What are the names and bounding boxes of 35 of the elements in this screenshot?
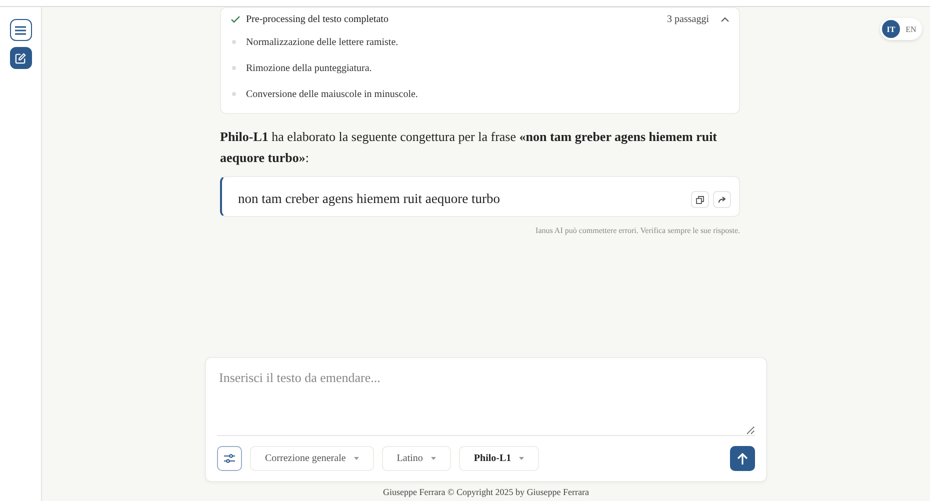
chevron-icon[interactable] bbox=[721, 17, 729, 22]
text-input-field[interactable]: Inserisci il testo da emendare... Correzione generale Latino Philo-L1 bbox=[205, 357, 767, 482]
sliders-icon bbox=[224, 454, 235, 463]
step-dot bbox=[232, 40, 236, 44]
response-message: Philo-L1 ha elaborato la seguente congettura per la frase «non tam greber agens hiemem ruit aequore turbo»: bbox=[220, 128, 718, 167]
dropdown[interactable]: Correzione generale bbox=[250, 446, 374, 471]
step-text: Rimozione della punteggiatura. bbox=[246, 62, 372, 74]
step-dot bbox=[232, 92, 236, 96]
step-text: Conversione delle maiuscole in minuscole. bbox=[246, 88, 418, 100]
language-option[interactable]: EN bbox=[902, 20, 920, 38]
share-arrow-icon bbox=[718, 196, 726, 203]
dropdown[interactable]: Philo-L1 bbox=[458, 446, 540, 471]
share-button[interactable] bbox=[713, 191, 731, 208]
caret-icon bbox=[430, 457, 436, 460]
step-dot bbox=[232, 66, 236, 70]
menu-icon bbox=[15, 26, 26, 34]
arrow-up-icon bbox=[737, 452, 748, 464]
check-icon bbox=[231, 16, 240, 23]
pencil-square-icon bbox=[15, 52, 26, 64]
disclaimer-text: Ianus AI può commettere errori. Verifica sempre le sue risposte. bbox=[534, 226, 740, 235]
footer-text: Giuseppe Ferrara © Copyright 2025 by Giuseppe Ferrara bbox=[382, 486, 590, 499]
caret-icon bbox=[519, 457, 524, 460]
caret-icon bbox=[354, 457, 359, 460]
step-count: 3 passaggi bbox=[667, 14, 709, 25]
dropdown[interactable]: Latino bbox=[382, 446, 451, 471]
preprocessing-title: Pre-processing del testo completato bbox=[246, 14, 390, 25]
copy-icon bbox=[696, 196, 704, 204]
answer-text: non tam creber agens hiemem ruit aequore turbo bbox=[238, 191, 500, 207]
language-option[interactable]: IT bbox=[882, 20, 900, 38]
settings-button[interactable] bbox=[217, 446, 242, 471]
send-button[interactable] bbox=[730, 446, 755, 471]
step-text: Normalizzazione delle lettere ramiste. bbox=[246, 36, 398, 48]
copy-button[interactable] bbox=[691, 191, 709, 208]
menu-button[interactable] bbox=[10, 19, 32, 41]
new-chat-button[interactable] bbox=[10, 47, 32, 69]
